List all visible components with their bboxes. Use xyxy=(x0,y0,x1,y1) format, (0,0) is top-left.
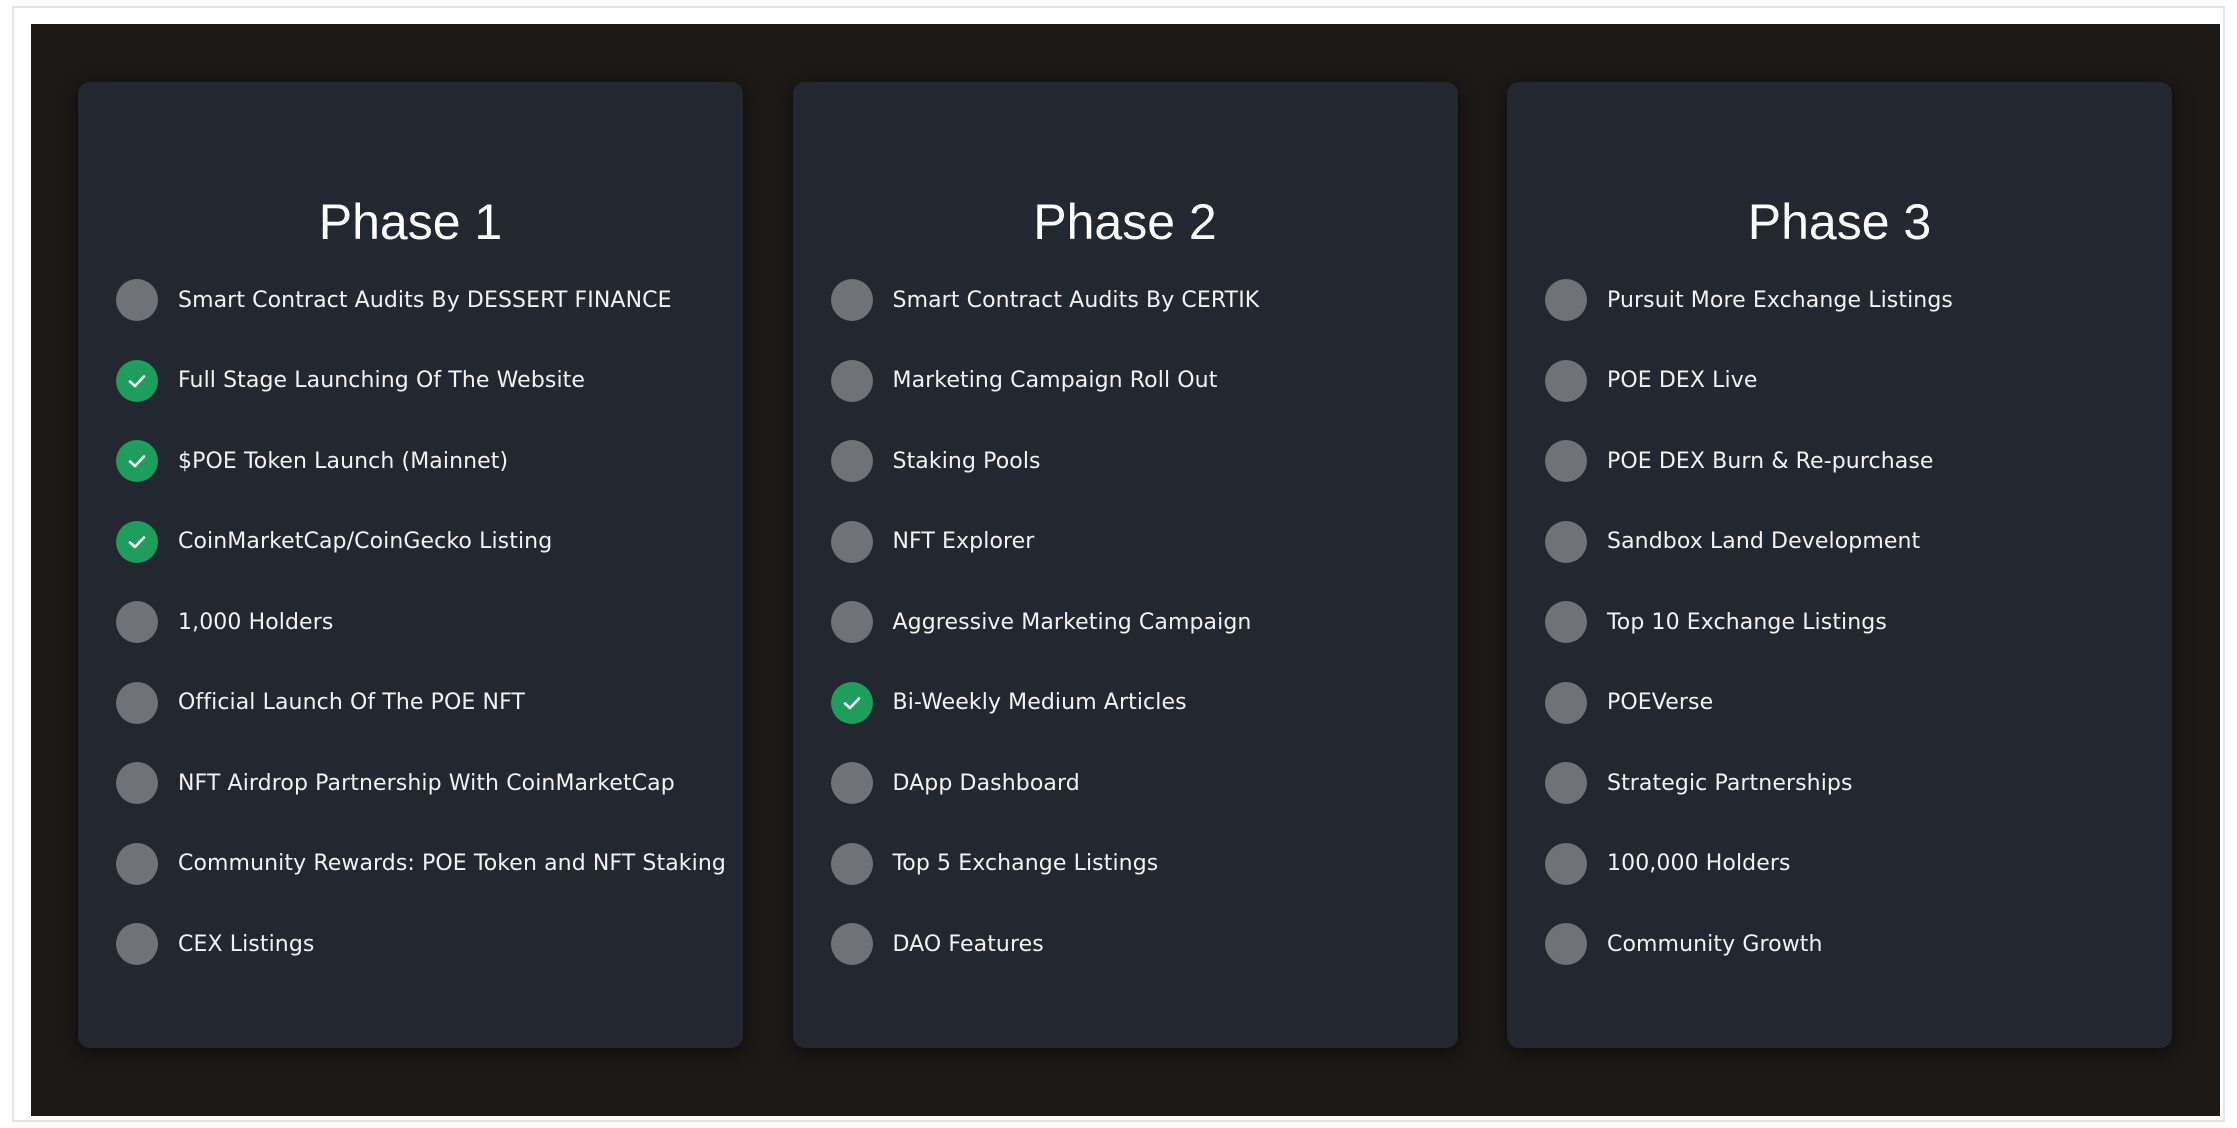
milestone-label: Community Rewards: POE Token and NFT Sta… xyxy=(178,851,726,877)
completed-check-icon xyxy=(116,520,158,563)
milestone-item: 100,000 Holders xyxy=(1545,824,2162,905)
milestone-item: Bi-Weekly Medium Articles xyxy=(830,663,1448,744)
phase-cards: Phase 1 Smart Contract Audits By DESSERT… xyxy=(78,82,2172,1048)
milestone-label: 1,000 Holders xyxy=(178,609,334,635)
milestone-label: Top 10 Exchange Listings xyxy=(1607,609,1887,635)
milestone-item: Pursuit More Exchange Listings xyxy=(1545,260,2162,341)
milestone-item: DAO Features xyxy=(830,904,1448,985)
milestone-item: Top 10 Exchange Listings xyxy=(1545,582,2162,663)
pending-circle-icon xyxy=(116,681,158,724)
milestone-label: Smart Contract Audits By DESSERT FINANCE xyxy=(178,287,672,313)
milestone-item: Marketing Campaign Roll Out xyxy=(830,341,1448,422)
phase-title: Phase 2 xyxy=(1033,194,1217,250)
milestone-list: Smart Contract Audits By CERTIK Marketing… xyxy=(830,260,1448,985)
milestone-item: Aggressive Marketing Campaign xyxy=(830,582,1448,663)
milestone-label: Marketing Campaign Roll Out xyxy=(892,368,1218,394)
pending-circle-icon xyxy=(1545,359,1587,402)
pending-circle-icon xyxy=(830,440,873,483)
milestone-label: Full Stage Launching Of The Website xyxy=(178,368,586,394)
pending-circle-icon xyxy=(116,601,158,644)
milestone-label: POE DEX Live xyxy=(1607,368,1758,394)
milestone-label: CEX Listings xyxy=(178,931,315,957)
milestone-item: Smart Contract Audits By CERTIK xyxy=(830,260,1448,341)
pending-circle-icon xyxy=(116,923,158,966)
milestone-label: Top 5 Exchange Listings xyxy=(892,851,1159,877)
milestone-item: Strategic Partnerships xyxy=(1545,743,2162,824)
pending-circle-icon xyxy=(830,520,873,563)
milestone-list: Smart Contract Audits By DESSERT FINANCE… xyxy=(116,260,733,985)
milestone-label: Community Growth xyxy=(1607,931,1823,957)
pending-circle-icon xyxy=(1545,520,1587,563)
milestone-item: 1,000 Holders xyxy=(116,582,733,663)
pending-circle-icon xyxy=(830,279,873,322)
milestone-label: DApp Dashboard xyxy=(892,770,1080,796)
milestone-label: NFT Airdrop Partnership With CoinMarketC… xyxy=(178,770,675,796)
milestone-label: DAO Features xyxy=(892,931,1044,957)
milestone-item: $POE Token Launch (Mainnet) xyxy=(116,421,733,502)
pending-circle-icon xyxy=(830,359,873,402)
milestone-label: CoinMarketCap/CoinGecko Listing xyxy=(178,529,553,555)
milestone-label: NFT Explorer xyxy=(892,529,1035,555)
milestone-label: Sandbox Land Development xyxy=(1607,529,1921,555)
milestone-item: NFT Explorer xyxy=(830,502,1448,583)
milestone-item: Full Stage Launching Of The Website xyxy=(116,341,733,422)
pending-circle-icon xyxy=(116,842,158,885)
pending-circle-icon xyxy=(1545,601,1587,644)
milestone-label: POEVerse xyxy=(1607,690,1714,716)
milestone-item: Sandbox Land Development xyxy=(1545,502,2162,583)
pending-circle-icon xyxy=(1545,681,1587,724)
milestone-label: $POE Token Launch (Mainnet) xyxy=(178,448,509,474)
pending-circle-icon xyxy=(830,601,873,644)
milestone-label: Bi-Weekly Medium Articles xyxy=(892,690,1187,716)
phase-title: Phase 3 xyxy=(1747,194,1932,250)
pending-circle-icon xyxy=(1545,842,1587,885)
milestone-item: Top 5 Exchange Listings xyxy=(830,824,1448,905)
pending-circle-icon xyxy=(1545,279,1587,322)
milestone-label: Pursuit More Exchange Listings xyxy=(1607,287,1953,313)
pending-circle-icon xyxy=(1545,762,1587,805)
pending-circle-icon xyxy=(830,923,873,966)
completed-check-icon xyxy=(116,359,158,402)
phase-card-1: Phase 1 Smart Contract Audits By DESSERT… xyxy=(78,82,743,1048)
milestone-label: Aggressive Marketing Campaign xyxy=(892,609,1252,635)
milestone-item: Community Rewards: POE Token and NFT Sta… xyxy=(116,824,733,905)
phase-card-3: Phase 3 Pursuit More Exchange Listings PO… xyxy=(1507,82,2172,1048)
phase-card-2: Phase 2 Smart Contract Audits By CERTIK M… xyxy=(792,82,1458,1048)
milestone-item: Community Growth xyxy=(1545,904,2162,985)
milestone-label: Staking Pools xyxy=(892,448,1041,474)
pending-circle-icon xyxy=(1545,440,1587,483)
milestone-label: 100,000 Holders xyxy=(1607,851,1791,877)
milestone-label: Smart Contract Audits By CERTIK xyxy=(892,287,1260,313)
roadmap-section: Phase 1 Smart Contract Audits By DESSERT… xyxy=(31,24,2220,1116)
pending-circle-icon xyxy=(116,762,158,805)
pending-circle-icon xyxy=(830,762,873,805)
milestone-item: POE DEX Live xyxy=(1545,341,2162,422)
milestone-label: Strategic Partnerships xyxy=(1607,770,1853,796)
milestone-item: NFT Airdrop Partnership With CoinMarketC… xyxy=(116,743,733,824)
milestone-label: POE DEX Burn & Re-purchase xyxy=(1607,448,1934,474)
milestone-item: POEVerse xyxy=(1545,663,2162,744)
milestone-item: CoinMarketCap/CoinGecko Listing xyxy=(116,502,733,583)
milestone-list: Pursuit More Exchange Listings POE DEX Li… xyxy=(1545,260,2162,985)
completed-check-icon xyxy=(830,681,873,724)
completed-check-icon xyxy=(116,440,158,483)
milestone-item: DApp Dashboard xyxy=(830,743,1448,824)
pending-circle-icon xyxy=(1545,923,1587,966)
milestone-item: CEX Listings xyxy=(116,904,733,985)
milestone-item: Official Launch Of The POE NFT xyxy=(116,663,733,744)
milestone-item: Staking Pools xyxy=(830,421,1448,502)
milestone-label: Official Launch Of The POE NFT xyxy=(178,690,525,716)
pending-circle-icon xyxy=(830,842,873,885)
milestone-item: POE DEX Burn & Re-purchase xyxy=(1545,421,2162,502)
phase-title: Phase 1 xyxy=(318,194,503,250)
pending-circle-icon xyxy=(116,279,158,322)
milestone-item: Smart Contract Audits By DESSERT FINANCE xyxy=(116,260,733,341)
